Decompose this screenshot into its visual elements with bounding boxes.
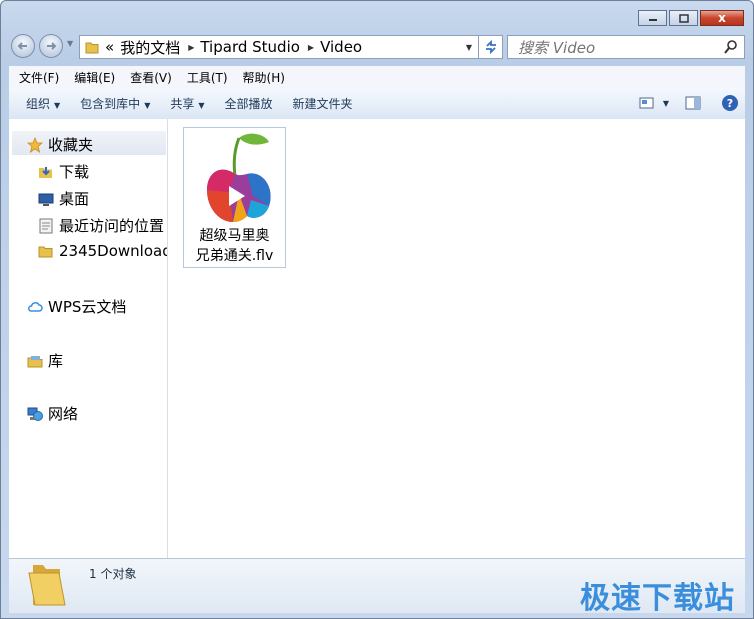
forward-button[interactable] [39, 34, 63, 58]
nav-recent-label: 最近访问的位置 [59, 217, 165, 235]
menu-file[interactable]: 文件(F) [19, 69, 59, 86]
close-button[interactable]: x [700, 10, 744, 26]
menu-help[interactable]: 帮助(H) [243, 69, 285, 86]
svg-text:?: ? [727, 97, 733, 110]
view-controls: ▼ ? [639, 94, 739, 112]
nav-favorites[interactable]: 收藏夹 [27, 134, 93, 155]
navigation-pane: 收藏夹 下载 桌面 最近访问的位置 2345Downloads WPS云文档 库 [9, 119, 168, 558]
organize-button[interactable]: 组织 ▼ [26, 95, 60, 112]
nav-downloads[interactable]: 下载 [38, 161, 89, 182]
caption-buttons: x [638, 10, 744, 26]
nav-network[interactable]: 网络 [27, 403, 78, 424]
file-list[interactable]: 超级马里奥 兄弟通关.flv [168, 119, 745, 558]
play-all-button[interactable]: 全部播放 [225, 95, 273, 112]
chevron-down-icon: ▼ [144, 101, 151, 110]
breadcrumb-video[interactable]: Video [320, 38, 362, 56]
minimize-icon [648, 19, 657, 21]
forward-arrow-icon [47, 42, 57, 50]
share-button[interactable]: 共享 ▼ [170, 95, 204, 112]
watermark-logo: 极速下载站 [580, 581, 735, 616]
share-label: 共享 [170, 97, 195, 111]
nav-desktop[interactable]: 桌面 [38, 188, 89, 209]
nav-favorites-label: 收藏夹 [48, 136, 94, 154]
folder-icon [85, 42, 99, 54]
download-folder-icon [39, 166, 52, 178]
nav-2345downloads[interactable]: 2345Downloads [38, 242, 168, 260]
network-icon [27, 407, 43, 421]
breadcrumb-overflow[interactable]: « [105, 38, 114, 56]
maximize-icon [678, 13, 689, 23]
breadcrumb-tipard-studio[interactable]: Tipard Studio [200, 38, 300, 56]
cherry-video-icon [207, 133, 271, 222]
include-in-library-button[interactable]: 包含到库中 ▼ [80, 95, 150, 112]
folder-icon [38, 246, 53, 258]
breadcrumb-separator-icon[interactable]: ▶ [308, 43, 314, 52]
recent-places-icon [39, 218, 53, 233]
address-dropdown-icon[interactable]: ▼ [466, 43, 472, 52]
nav-recent-places[interactable]: 最近访问的位置 [38, 215, 164, 236]
search-icon[interactable] [723, 39, 739, 55]
nav-libraries-label: 库 [48, 352, 64, 370]
file-item[interactable]: 超级马里奥 兄弟通关.flv [183, 127, 286, 268]
file-name-line-1: 超级马里奥 [199, 228, 270, 244]
item-count: 1 个对象 [89, 567, 137, 581]
nav-wps-cloud[interactable]: WPS云文档 [27, 296, 126, 317]
chevron-down-icon: ▼ [54, 101, 61, 110]
breadcrumb-separator-icon[interactable]: ▶ [188, 43, 194, 52]
file-name-line-2: 兄弟通关.flv [195, 248, 274, 264]
minimize-button[interactable] [638, 10, 667, 26]
chevron-down-icon: ▼ [198, 101, 205, 110]
recent-pages-dropdown-icon[interactable]: ▼ [67, 39, 73, 48]
breadcrumb-documents[interactable]: 我的文档 [120, 37, 180, 58]
nav-network-label: 网络 [48, 405, 79, 423]
back-arrow-icon [17, 42, 27, 50]
star-icon [27, 136, 43, 153]
navigation-row: ▼ « 我的文档 ▶ Tipard Studio ▶ Video ▼ [9, 33, 745, 61]
nav-downloads-label: 下载 [59, 163, 90, 181]
nav-wps-cloud-label: WPS云文档 [48, 298, 127, 316]
organize-label: 组织 [26, 97, 51, 111]
search-input[interactable] [516, 37, 710, 59]
command-bar: 组织 ▼ 包含到库中 ▼ 共享 ▼ 全部播放 新建文件夹 ▼ ? [9, 88, 745, 120]
folder-large-icon [28, 565, 66, 606]
new-folder-button[interactable]: 新建文件夹 [293, 95, 353, 112]
library-icon [27, 355, 43, 367]
refresh-button[interactable] [479, 35, 503, 59]
maximize-button[interactable] [669, 10, 698, 26]
file-name: 超级马里奥 兄弟通关.flv [184, 226, 285, 266]
close-icon: x [718, 11, 726, 25]
explorer-window: x ▼ « 我的文档 ▶ Tipard Studio ▶ Video ▼ 文 [0, 0, 754, 619]
refresh-icon [485, 40, 496, 54]
preview-pane-icon[interactable] [685, 96, 701, 110]
nav-2345downloads-label: 2345Downloads [59, 242, 168, 260]
details-pane: 1 个对象 极速下载站 [9, 558, 745, 616]
address-bar[interactable]: « 我的文档 ▶ Tipard Studio ▶ Video ▼ [79, 35, 479, 59]
menu-tools[interactable]: 工具(T) [187, 69, 228, 86]
menu-bar: 文件(F) 编辑(E) 查看(V) 工具(T) 帮助(H) [9, 66, 745, 89]
cloud-icon [28, 301, 43, 312]
change-view-icon[interactable] [639, 96, 655, 110]
include-library-label: 包含到库中 [80, 97, 141, 111]
nav-desktop-label: 桌面 [59, 190, 90, 208]
menu-view[interactable]: 查看(V) [130, 69, 172, 86]
search-box[interactable] [507, 35, 745, 59]
view-options-dropdown-icon[interactable]: ▼ [663, 99, 669, 108]
back-button[interactable] [11, 34, 35, 58]
nav-libraries[interactable]: 库 [27, 350, 63, 371]
menu-edit[interactable]: 编辑(E) [74, 69, 115, 86]
desktop-icon [38, 193, 54, 206]
help-icon[interactable]: ? [721, 94, 739, 112]
